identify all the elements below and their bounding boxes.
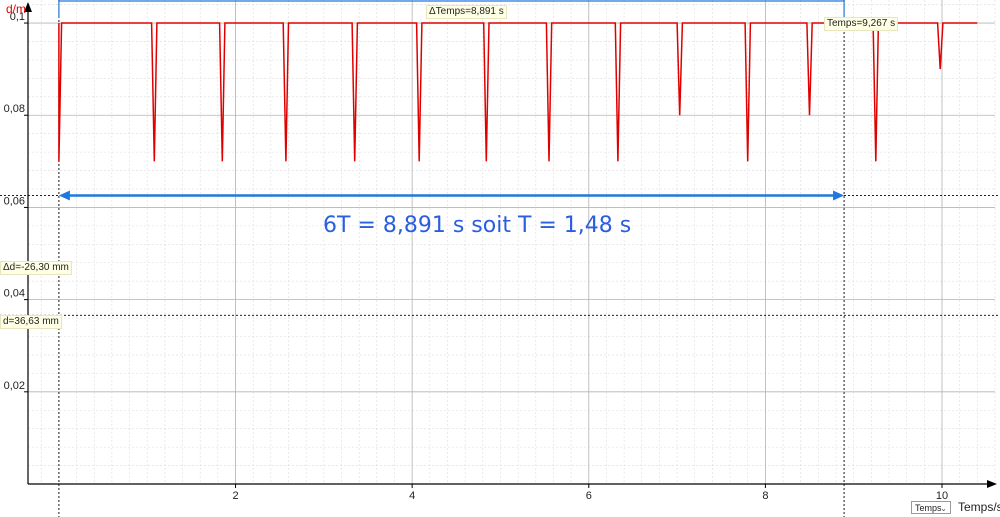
x-tick-label: 8 <box>762 490 768 502</box>
tick-labels: 2 4 6 8 100,10,080,060,040,02 <box>4 11 949 502</box>
x-axis-arrowhead <box>987 480 997 488</box>
y-tick-label: 0,04 <box>4 288 25 300</box>
y-tick-label: 0,08 <box>4 103 25 115</box>
chevron-down-icon: ⌄ <box>940 504 947 513</box>
x-axis-variable-value: Temps <box>915 503 942 513</box>
x-tick-label: 2 <box>232 490 238 502</box>
x-tick-label: 6 <box>586 490 592 502</box>
grid-lines <box>28 0 996 484</box>
time-cursor-label: Temps=9,267 s <box>824 17 899 31</box>
period-arrow <box>58 190 845 201</box>
chart-plot: 2 4 6 8 100,10,080,060,040,02 d/m <box>0 0 1000 517</box>
y-tick-label: 0,02 <box>4 380 25 392</box>
x-axis-variable-select[interactable]: Temps ⌄ <box>911 501 951 514</box>
y-tick-label: 0,06 <box>4 195 25 207</box>
d-cursor-label: d=36,63 mm <box>0 315 62 329</box>
period-arrow-left-head <box>58 190 70 201</box>
x-axis-label: Temps/s <box>958 500 1000 514</box>
delta-d-label: Δd=-26,30 mm <box>0 261 72 275</box>
y-axis-label: d/m <box>6 2 26 16</box>
cursor-lines <box>0 0 1000 517</box>
axes <box>24 2 997 488</box>
delta-time-label: ΔTemps=8,891 s <box>426 5 507 19</box>
period-arrow-right-head <box>833 190 845 201</box>
period-annotation: 6T = 8,891 s soit T = 1,48 s <box>323 213 632 238</box>
x-tick-label: 4 <box>409 490 415 502</box>
